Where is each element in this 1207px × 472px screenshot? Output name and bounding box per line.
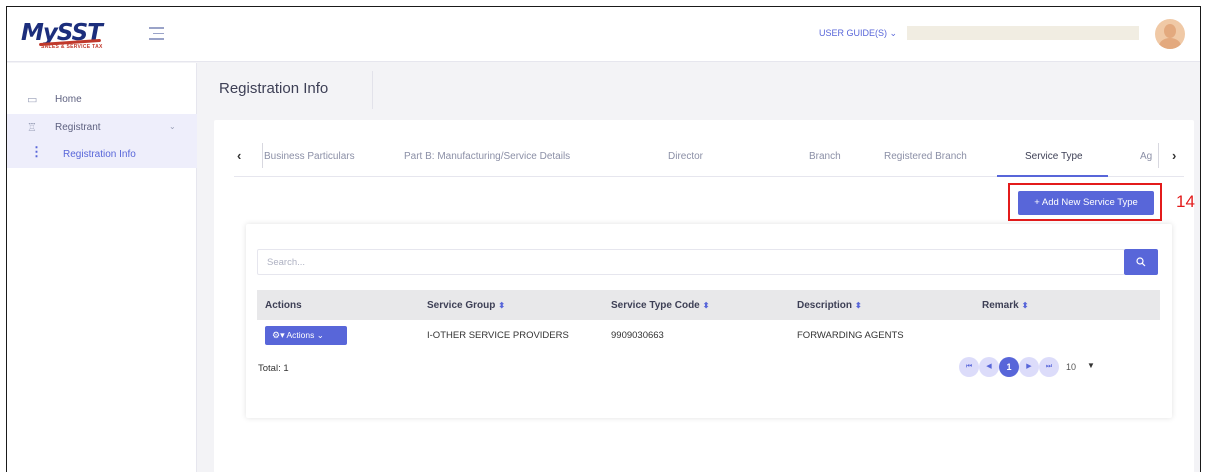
page-header: Registration Info <box>207 71 373 109</box>
user-name-field[interactable] <box>907 26 1139 40</box>
search-input[interactable] <box>257 249 1125 275</box>
home-icon: ▭ <box>27 94 38 106</box>
cell-description: FORWARDING AGENTS <box>797 330 904 341</box>
tab-agent[interactable]: Ag <box>1140 151 1152 162</box>
sidebar-item-home[interactable]: ▭ Home <box>7 86 197 114</box>
sidebar: ▭ Home ♖ Registrant ⌄ ⋮ Registration Inf… <box>7 63 197 472</box>
add-new-service-type-button[interactable]: + Add New Service Type <box>1018 191 1154 215</box>
sort-icon: ⬍ <box>855 301 862 310</box>
column-header-remark[interactable]: Remark ⬍ <box>982 300 1028 311</box>
vertical-dots-icon: ⋮ <box>30 144 43 159</box>
chevron-down-icon: ⌄ <box>316 330 324 340</box>
page-title: Registration Info <box>219 80 329 97</box>
search-button[interactable] <box>1124 249 1158 275</box>
step-annotation: 14 <box>1176 192 1195 211</box>
column-header-service-type-code[interactable]: Service Type Code ⬍ <box>611 300 709 311</box>
sort-icon: ⬍ <box>498 301 506 310</box>
table-panel: Actions Service Group⬍ Service Type Code… <box>246 224 1172 418</box>
sort-icon: ⬍ <box>1021 301 1029 310</box>
chevron-down-icon: ⌄ <box>169 122 176 131</box>
app-window: MySST SALES & SERVICE TAX USER GUIDE(S) … <box>6 6 1201 472</box>
cell-service-type-code: 9909030663 <box>611 330 664 341</box>
cell-service-group: I-OTHER SERVICE PROVIDERS <box>427 330 569 341</box>
last-page-icon[interactable]: ⏭ <box>1039 357 1059 377</box>
tab-director[interactable]: Director <box>668 151 703 162</box>
column-header-actions: Actions <box>265 300 302 311</box>
total-count: Total: 1 <box>258 363 289 374</box>
first-page-icon[interactable]: ⏮ <box>959 357 979 377</box>
table-header: Actions Service Group ⬍ Service Type Code… <box>257 290 1160 320</box>
tab-part-b[interactable]: Part B: Manufacturing/Service Details <box>404 151 570 162</box>
caret-down-icon: ▼ <box>1087 361 1095 370</box>
prev-page-icon[interactable]: ◀ <box>979 357 999 377</box>
highlight-box: + Add New Service Type <box>1008 183 1162 221</box>
sort-icon: ⬍ <box>702 301 710 310</box>
active-tab-indicator <box>997 175 1108 177</box>
page-number-current[interactable]: 1 <box>999 357 1019 377</box>
menu-toggle-icon[interactable] <box>149 27 164 41</box>
tab-bar: ‹ Business Particulars Part B: Manufactu… <box>234 135 1184 177</box>
table-row: ⚙▾ Actions ⌄ I-OTHER SERVICE PROVIDERS 9… <box>257 322 1160 348</box>
row-actions-button[interactable]: ⚙▾ Actions ⌄ <box>265 326 347 345</box>
gear-icon: ⚙▾ <box>272 330 285 340</box>
sidebar-item-registrant[interactable]: ♖ Registrant ⌄ ⋮ Registration Info <box>7 114 197 168</box>
tab-registered-branch[interactable]: Registered Branch <box>884 151 967 162</box>
chevron-right-icon[interactable]: › <box>1172 148 1176 163</box>
avatar[interactable] <box>1155 19 1185 49</box>
content-card: ‹ Business Particulars Part B: Manufactu… <box>214 120 1195 472</box>
column-header-service-group[interactable]: Service Group ⬍ <box>427 300 505 311</box>
page-size-select[interactable]: 10 ▼ <box>1060 357 1099 377</box>
next-page-icon[interactable]: ▶ <box>1019 357 1039 377</box>
user-guide-dropdown[interactable]: USER GUIDE(S) ⌄ <box>819 28 897 39</box>
tab-business-particulars[interactable]: Business Particulars <box>264 151 355 162</box>
mysst-logo[interactable]: MySST SALES & SERVICE TAX <box>21 20 107 50</box>
tab-service-type[interactable]: Service Type <box>1025 151 1083 162</box>
award-icon: ♖ <box>27 122 37 134</box>
tab-branch[interactable]: Branch <box>809 151 841 162</box>
chevron-left-icon[interactable]: ‹ <box>237 148 241 163</box>
sidebar-item-registration-info[interactable]: ⋮ Registration Info <box>7 140 197 168</box>
top-bar: MySST SALES & SERVICE TAX USER GUIDE(S) … <box>7 7 1200 62</box>
column-header-description[interactable]: Description ⬍ <box>797 300 862 311</box>
search-icon <box>1136 257 1146 267</box>
